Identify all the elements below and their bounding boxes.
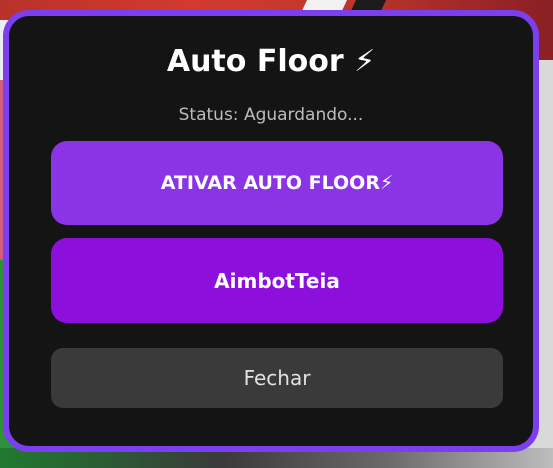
auto-floor-panel: Auto Floor ⚡ Status: Aguardando... ATIVA… [3, 10, 539, 452]
activate-auto-floor-button[interactable]: ATIVAR AUTO FLOOR⚡ [51, 141, 503, 225]
close-button-label: Fechar [243, 366, 311, 390]
aimbot-teia-label: AimbotTeia [214, 268, 340, 293]
game-viewport: Auto Floor ⚡ Status: Aguardando... ATIVA… [0, 0, 553, 468]
aimbot-teia-button[interactable]: AimbotTeia [51, 238, 503, 323]
close-button[interactable]: Fechar [51, 348, 503, 408]
activate-auto-floor-label: ATIVAR AUTO FLOOR⚡ [160, 172, 394, 194]
status-text: Status: Aguardando... [178, 105, 364, 125]
panel-title: Auto Floor ⚡ [166, 44, 376, 79]
